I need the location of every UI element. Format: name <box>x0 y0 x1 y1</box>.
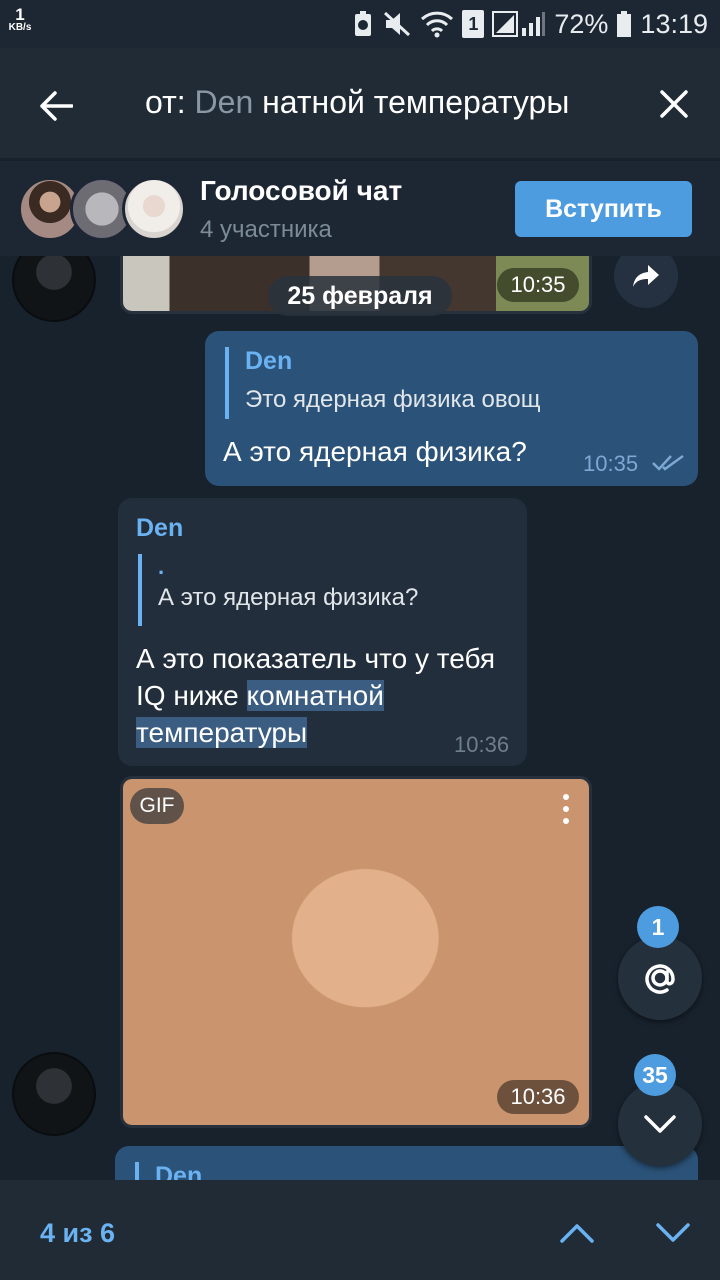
battery-icon <box>616 10 632 38</box>
outgoing-message[interactable]: Den <box>115 1146 698 1180</box>
close-icon <box>660 90 688 118</box>
chevron-down-icon <box>656 1223 690 1242</box>
signal-icon <box>492 10 546 38</box>
battery-percent: 72% <box>554 8 609 39</box>
more-options-icon[interactable] <box>556 794 576 834</box>
voice-chat-banner[interactable]: Голосовой чат 4 участника Вступить <box>0 160 720 256</box>
reply-quote[interactable]: Den Это ядерная физика овощ <box>225 347 540 419</box>
reply-author: Den <box>245 347 293 375</box>
network-speed-value: 1 <box>15 5 25 24</box>
next-result-button[interactable] <box>648 1208 698 1258</box>
battery-saver-icon <box>352 10 374 38</box>
message-text: А это ядерная физика? <box>223 436 527 467</box>
clock: 13:19 <box>640 8 708 39</box>
sender-name: Den <box>136 514 184 542</box>
search-highlight: комнатной <box>246 680 384 711</box>
clear-search-button[interactable] <box>650 80 698 128</box>
reply-author: . <box>158 554 165 579</box>
reply-author: Den <box>155 1162 203 1180</box>
avatar[interactable] <box>12 1052 96 1136</box>
gif-message[interactable] <box>120 776 592 1128</box>
mentions-button[interactable] <box>618 936 702 1020</box>
message-time: 10:36 <box>454 732 510 757</box>
voice-chat-title: Голосовой чат <box>200 175 403 206</box>
at-icon <box>645 964 675 994</box>
avatar[interactable] <box>12 256 96 322</box>
gif-badge: GIF <box>130 788 184 824</box>
sim-slot-number: 1 <box>468 13 479 34</box>
chevron-down-icon <box>644 1115 676 1133</box>
message-time: 10:35 <box>497 268 579 302</box>
reply-text: Это ядерная физика овощ <box>245 386 541 413</box>
forward-button[interactable] <box>614 256 678 308</box>
reply-quote[interactable]: Den <box>135 1162 202 1180</box>
message-time: 10:36 <box>497 1080 579 1114</box>
date-separator: 25 февраля <box>268 276 452 316</box>
wifi-icon <box>420 10 454 38</box>
share-icon <box>633 265 659 287</box>
sim-icon: 1 <box>462 10 485 38</box>
message-list[interactable]: 25 февраля 10:35 Den Это ядерная физика … <box>0 256 720 1180</box>
search-query: натной температуры <box>262 84 570 120</box>
chevron-up-icon <box>560 1224 594 1243</box>
network-speed: 1 KB/s <box>6 6 34 33</box>
status-bar: 1 KB/s 1 72% 13:19 <box>0 0 720 48</box>
avatar <box>122 177 186 241</box>
search-highlight: температуры <box>136 717 308 748</box>
mute-icon <box>382 10 412 38</box>
reply-text: А это ядерная физика? <box>158 584 419 611</box>
result-counter[interactable]: 4 из 6 <box>40 1218 115 1249</box>
incoming-message[interactable]: Den . А это ядерная физика? А это показа… <box>118 498 527 766</box>
outgoing-message[interactable]: Den Это ядерная физика овощ А это ядерна… <box>205 331 698 486</box>
search-user-filter: Den <box>194 84 254 120</box>
search-results-bar: 4 из 6 <box>0 1180 720 1280</box>
back-button[interactable] <box>28 78 84 134</box>
unread-count-badge: 35 <box>634 1054 676 1096</box>
previous-result-button[interactable] <box>552 1208 602 1258</box>
search-input[interactable]: от: Den натной температуры <box>145 84 569 121</box>
arrow-left-icon <box>40 91 73 121</box>
message-time: 10:35 <box>583 451 639 476</box>
search-header: от: Den натной температуры <box>0 48 720 158</box>
participant-avatars <box>18 177 188 241</box>
network-speed-unit: KB/s <box>8 22 32 33</box>
mentions-count-badge: 1 <box>637 906 679 948</box>
reply-quote[interactable]: . А это ядерная физика? <box>138 554 418 626</box>
join-button[interactable]: Вступить <box>515 181 692 237</box>
voice-chat-participants: 4 участника <box>200 216 332 243</box>
search-prefix: от: <box>145 84 195 120</box>
double-check-icon <box>652 454 684 471</box>
